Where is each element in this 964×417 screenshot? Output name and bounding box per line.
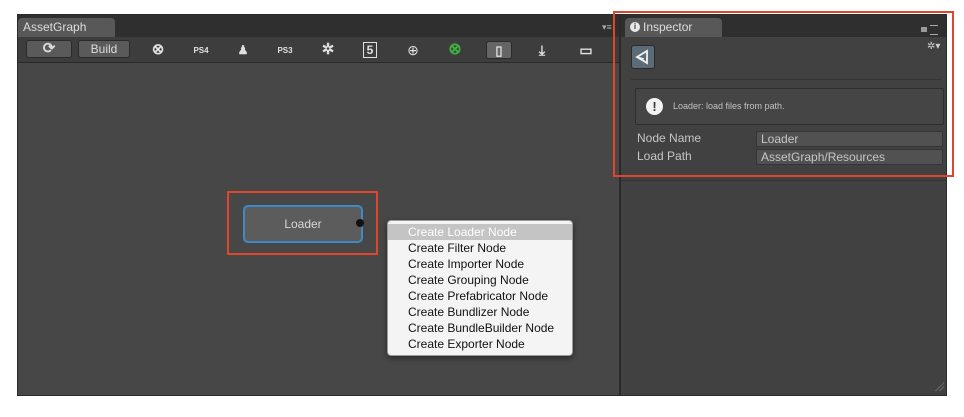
resize-grip-icon[interactable] xyxy=(934,381,944,391)
ps3-icon: PS3 xyxy=(277,46,293,55)
menu-item-create-importer-node[interactable]: Create Importer Node xyxy=(388,256,572,272)
html5-icon: 5 xyxy=(362,42,378,58)
menu-item-create-loader-node[interactable]: Create Loader Node xyxy=(388,224,572,240)
platform-web-button[interactable]: ⊕ xyxy=(402,41,424,59)
platform-ps4-button[interactable]: PS4 xyxy=(190,41,212,59)
graph-toolbar: ⟳ Build ⊗ PS4 ♟ PS3 ✲ 5 ⊕ ⊗ ▯ ⤓ ▭ xyxy=(18,37,619,63)
web-icon: ⊕ xyxy=(407,42,419,58)
platform-xboxone-button[interactable]: ⊗ xyxy=(444,41,466,59)
download-icon: ⤓ xyxy=(538,42,546,58)
xboxone-icon: ⊗ xyxy=(448,41,462,58)
platform-standalone-button[interactable]: ⤓ xyxy=(531,41,553,59)
node-highlight-box xyxy=(227,191,378,255)
xbox360-icon: ⊗ xyxy=(151,41,165,58)
menu-item-create-prefabricator-node[interactable]: Create Prefabricator Node xyxy=(388,288,572,304)
platform-unity-button[interactable]: ✲ xyxy=(317,41,339,59)
platform-ios-button[interactable]: ▯ xyxy=(486,41,512,59)
tv-icon: ▭ xyxy=(579,42,593,58)
platform-ps3-button[interactable]: PS3 xyxy=(274,41,296,59)
ps4-icon: PS4 xyxy=(193,46,209,55)
inspector-highlight-box xyxy=(613,11,954,177)
platform-xbox360-button[interactable]: ⊗ xyxy=(147,41,169,59)
menu-item-create-exporter-node[interactable]: Create Exporter Node xyxy=(388,336,572,352)
build-button[interactable]: Build xyxy=(78,40,130,58)
menu-item-create-bundlizer-node[interactable]: Create Bundlizer Node xyxy=(388,304,572,320)
platform-tvos-button[interactable]: ▭ xyxy=(575,41,597,59)
menu-item-create-grouping-node[interactable]: Create Grouping Node xyxy=(388,272,572,288)
refresh-button[interactable]: ⟳ xyxy=(26,40,72,58)
refresh-icon: ⟳ xyxy=(42,40,56,57)
platform-android-button[interactable]: ♟ xyxy=(232,41,254,59)
graph-tabbar: AssetGraph ▾≡ xyxy=(18,15,619,37)
menu-item-create-filter-node[interactable]: Create Filter Node xyxy=(388,240,572,256)
panel-menu-icon[interactable]: ▾≡ xyxy=(602,22,612,33)
tab-assetgraph[interactable]: AssetGraph xyxy=(18,18,115,37)
unity-icon: ✲ xyxy=(321,41,335,58)
android-icon: ♟ xyxy=(237,43,249,57)
platform-html5-button[interactable]: 5 xyxy=(359,41,381,59)
context-menu: Create Loader Node Create Filter Node Cr… xyxy=(387,220,573,356)
menu-item-create-bundlebuilder-node[interactable]: Create BundleBuilder Node xyxy=(388,320,572,336)
ios-icon: ▯ xyxy=(495,43,503,58)
properties-separator xyxy=(621,180,946,181)
